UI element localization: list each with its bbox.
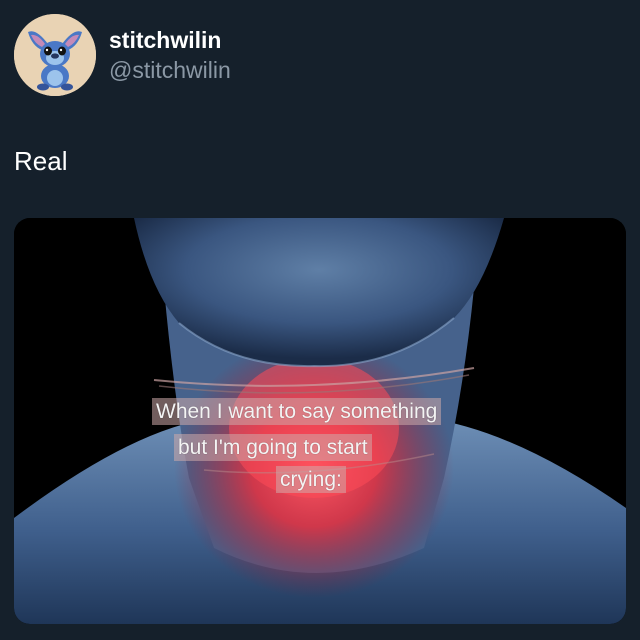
caption-line-1: When I want to say something [152, 398, 442, 425]
tweet-post: stitchwilin @stitchwilin Real When I wan… [0, 0, 640, 640]
avatar[interactable] [14, 14, 96, 96]
display-name[interactable]: stitchwilin [109, 25, 231, 55]
meme-caption: When I want to say something but I'm goi… [14, 218, 626, 624]
post-text: Real [14, 146, 68, 176]
user-handle[interactable]: @stitchwilin [109, 55, 231, 85]
caption-line-3: crying: [276, 466, 346, 493]
user-names: stitchwilin @stitchwilin [109, 25, 231, 85]
caption-line-2: but I'm going to start [174, 434, 372, 461]
post-image[interactable]: When I want to say something but I'm goi… [14, 218, 626, 624]
stitch-avatar-icon [14, 14, 96, 96]
post-header: stitchwilin @stitchwilin [14, 14, 231, 96]
